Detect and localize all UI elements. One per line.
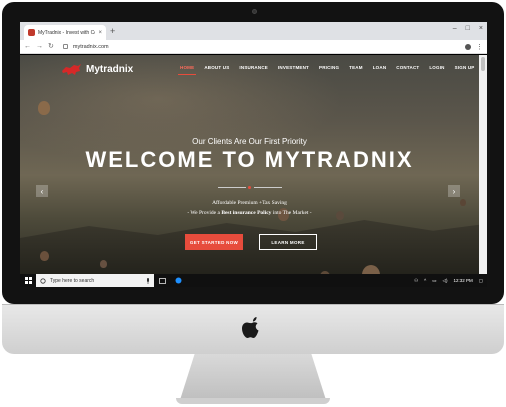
nav-item-home[interactable]: HOME	[177, 65, 197, 75]
people-icon[interactable]: ⚇	[414, 278, 418, 284]
learn-more-button[interactable]: LEARN MORE	[259, 234, 317, 250]
hero-description-bold: Best insurance Policy	[221, 210, 272, 216]
nav-item-pricing[interactable]: PRICING	[319, 65, 339, 70]
balloon-image	[40, 251, 49, 261]
notification-icon[interactable]: ▢	[479, 278, 483, 284]
forward-icon[interactable]: →	[36, 42, 43, 52]
nav-item-contact[interactable]: CONTACT	[396, 65, 419, 70]
maximize-button[interactable]: □	[466, 25, 470, 32]
get-started-button[interactable]: GET STARTED NOW	[185, 234, 243, 250]
minimize-button[interactable]: –	[453, 25, 457, 32]
monitor-stand	[180, 354, 326, 400]
nav-item-loan[interactable]: LOAN	[373, 65, 387, 70]
monitor-stand-base	[176, 398, 330, 404]
favicon-icon	[28, 29, 35, 36]
bull-logo-icon	[62, 64, 81, 75]
nav-item-about-us[interactable]: ABOUT US	[204, 65, 229, 70]
system-tray: ⚇ ^ ▭ ◁) 12:32 PM ▢	[414, 274, 483, 287]
network-icon[interactable]: ▭	[432, 278, 436, 284]
hero-divider	[218, 186, 282, 190]
balloon-image	[100, 260, 107, 268]
browser-tabbar: MyTradnix - Invest with Confide × + – □ …	[20, 22, 487, 40]
hero-subtitle: Affordable Premium +Tax Saving	[212, 200, 287, 206]
scrollbar-thumb[interactable]	[481, 57, 485, 71]
start-button[interactable]	[20, 274, 36, 287]
task-view-icon[interactable]	[154, 274, 170, 287]
slider-prev-button[interactable]: ‹	[36, 185, 48, 197]
url-field[interactable]: mytradnix.com	[73, 44, 460, 50]
back-icon[interactable]: ←	[24, 42, 31, 52]
windows-logo-icon	[24, 277, 32, 284]
brand-name: Mytradnix	[86, 64, 134, 75]
nav-item-sign-up[interactable]: SIGN UP	[455, 65, 475, 70]
main-nav: HOME ABOUT US INSURANCE INVESTMENT PRICI…	[177, 65, 475, 75]
microphone-icon[interactable]	[146, 277, 150, 284]
search-icon	[40, 277, 46, 284]
edge-browser-icon[interactable]	[170, 274, 186, 287]
brand-logo[interactable]: Mytradnix	[60, 63, 133, 76]
taskbar-search-input[interactable]: Type here to search	[36, 274, 154, 287]
taskbar-search-placeholder: Type here to search	[50, 277, 95, 284]
camera-icon	[252, 9, 257, 14]
nav-item-login[interactable]: LOGIN	[429, 65, 444, 70]
page-scrollbar[interactable]	[479, 55, 487, 274]
new-tab-button[interactable]: +	[110, 26, 115, 36]
chevron-up-icon[interactable]: ^	[424, 278, 426, 283]
account-icon[interactable]	[465, 43, 471, 50]
menu-kebab-icon[interactable]: ⋮	[476, 43, 483, 51]
browser-tab[interactable]: MyTradnix - Invest with Confide ×	[24, 25, 106, 40]
hero-headline: WELCOME TO MYTRADNIX	[85, 147, 414, 172]
window-controls: – □ ×	[453, 25, 483, 32]
imac-mockup: MyTradnix - Invest with Confide × + – □ …	[0, 0, 506, 407]
website-viewport: Mytradnix HOME ABOUT US INSURANCE INVEST…	[20, 55, 479, 274]
reload-icon[interactable]: ↻	[48, 42, 54, 52]
hero-description: - We Provide a Best insurance Policy int…	[20, 210, 479, 216]
tab-title: MyTradnix - Invest with Confide	[38, 29, 95, 36]
screen: MyTradnix - Invest with Confide × + – □ …	[20, 22, 487, 287]
volume-icon[interactable]: ◁)	[443, 278, 448, 284]
hero-description-pre: - We Provide a	[187, 210, 222, 216]
nav-item-insurance[interactable]: INSURANCE	[239, 65, 268, 70]
tab-close-icon[interactable]: ×	[98, 30, 102, 36]
nav-item-investment[interactable]: INVESTMENT	[278, 65, 309, 70]
address-bar: ← → ↻ mytradnix.com ⋮	[20, 40, 487, 54]
slider-next-button[interactable]: ›	[448, 185, 460, 197]
landscape-hills	[20, 220, 479, 274]
close-window-button[interactable]: ×	[479, 25, 483, 32]
hero-description-post: into The Market -	[271, 210, 312, 216]
balloon-image	[38, 101, 50, 115]
windows-taskbar: Type here to search ⚇ ^ ▭ ◁) 12:32 PM ▢	[20, 274, 487, 287]
divider-dot-icon	[248, 186, 251, 189]
lock-icon	[62, 44, 68, 49]
taskbar-clock[interactable]: 12:32 PM	[453, 278, 472, 283]
apple-logo-icon	[242, 317, 259, 338]
nav-item-team[interactable]: TEAM	[349, 65, 363, 70]
hero-tagline: Our Clients Are Our First Priority	[192, 137, 307, 146]
